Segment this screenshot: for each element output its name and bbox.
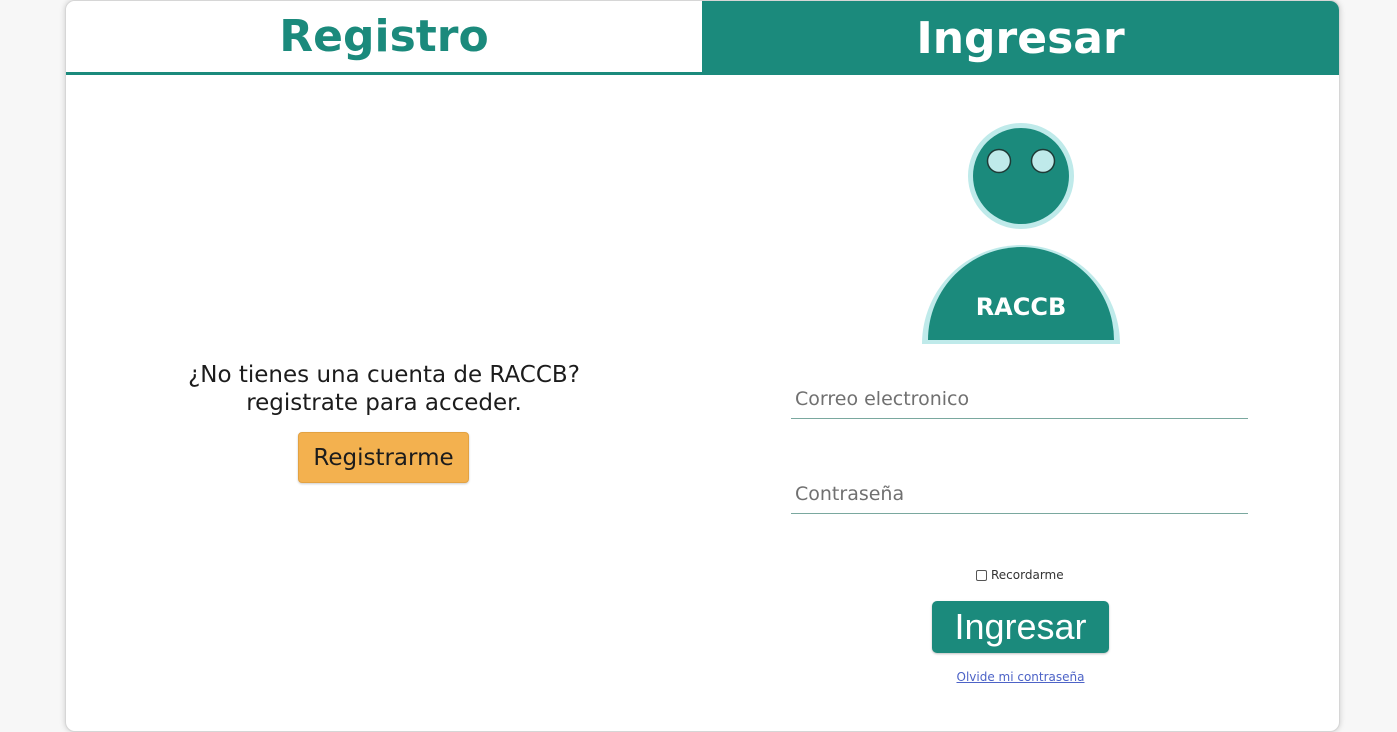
email-input[interactable] — [791, 379, 1248, 418]
tab-register[interactable]: Registro — [66, 1, 702, 75]
register-prompt-line2: registrate para acceder. — [246, 390, 522, 416]
register-prompt: ¿No tienes una cuenta de RACCB? registra… — [66, 361, 702, 417]
remember-checkbox[interactable] — [976, 569, 987, 581]
remember-me[interactable]: Recordarme — [976, 568, 1064, 582]
remember-label: Recordarme — [991, 568, 1064, 582]
tab-login[interactable]: Ingresar — [702, 1, 1339, 75]
auth-card: Registro Ingresar ¿No tienes una cuenta … — [65, 0, 1340, 732]
password-input[interactable] — [791, 474, 1248, 513]
register-button[interactable]: Registrarme — [298, 432, 469, 483]
avatar-text: RACCB — [976, 293, 1067, 321]
login-button[interactable]: Ingresar — [932, 601, 1109, 653]
forgot-password-link[interactable]: Olvide mi contraseña — [932, 670, 1109, 684]
auth-tabs: Registro Ingresar — [66, 1, 1339, 75]
password-field[interactable] — [791, 474, 1248, 514]
register-prompt-line1: ¿No tienes una cuenta de RACCB? — [188, 362, 580, 388]
email-field[interactable] — [791, 379, 1248, 419]
user-avatar-icon: RACCB — [921, 122, 1121, 346]
